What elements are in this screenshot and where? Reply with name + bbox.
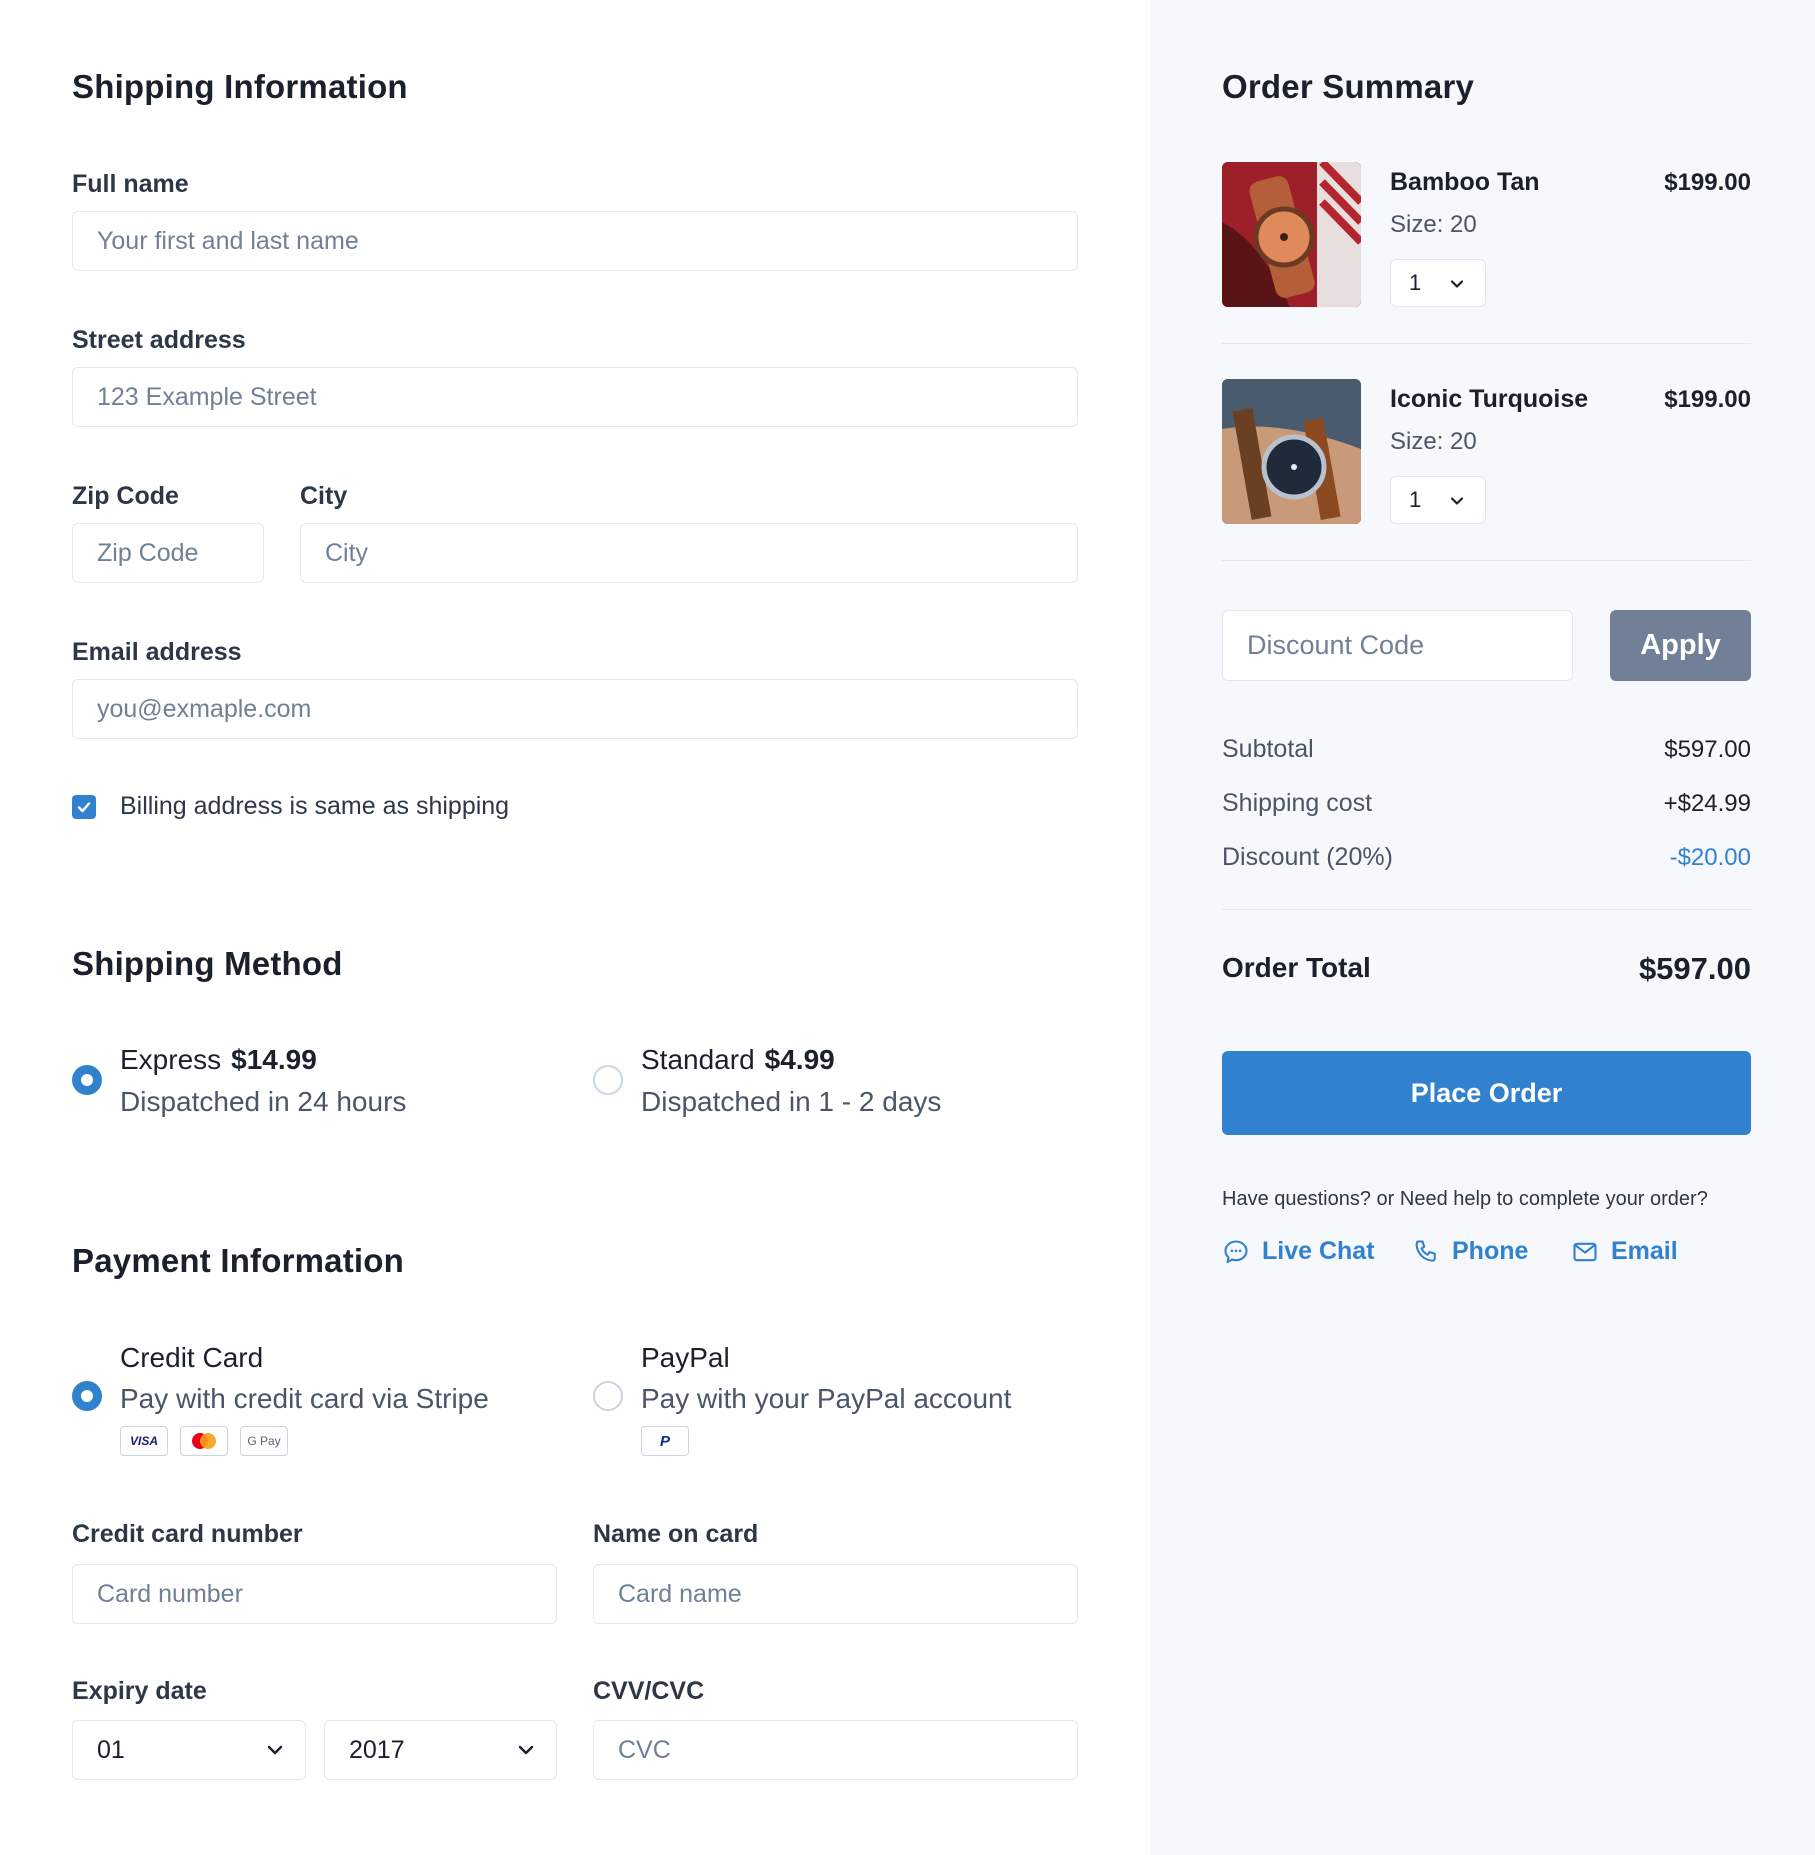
card-number-label: Credit card number bbox=[72, 1520, 303, 1548]
subtotal-label: Subtotal bbox=[1222, 735, 1314, 763]
express-desc: Dispatched in 24 hours bbox=[120, 1086, 407, 1117]
bamboo-tan-image bbox=[1222, 162, 1361, 307]
standard-name: Standard bbox=[641, 1044, 755, 1075]
express-name: Express bbox=[120, 1044, 222, 1075]
card-name-input[interactable]: Card name bbox=[593, 1564, 1078, 1624]
help-text: Have questions? or Need help to complete… bbox=[1222, 1188, 1708, 1210]
billing-same-checkbox[interactable] bbox=[72, 795, 96, 819]
place-order-button[interactable]: Place Order bbox=[1222, 1051, 1751, 1135]
expiry-date-label: Expiry date bbox=[72, 1677, 207, 1705]
standard-option-title: Standard $4.99 bbox=[641, 1044, 835, 1076]
email-label: Email address bbox=[72, 638, 242, 666]
google-pay-icon: G Pay bbox=[240, 1426, 288, 1456]
expiry-month-select[interactable]: 01 bbox=[72, 1720, 306, 1780]
quantity-select[interactable]: 1 bbox=[1390, 259, 1486, 307]
express-price: $14.99 bbox=[231, 1044, 317, 1075]
phone-link[interactable]: Phone bbox=[1412, 1237, 1528, 1266]
phone-label: Phone bbox=[1452, 1237, 1529, 1265]
quantity-value: 1 bbox=[1409, 487, 1422, 512]
cvc-input[interactable]: CVC bbox=[593, 1720, 1078, 1780]
city-label: City bbox=[300, 482, 348, 510]
card-number-input[interactable]: Card number bbox=[72, 1564, 557, 1624]
item-price: $199.00 bbox=[1664, 169, 1751, 196]
paypal-icon: P bbox=[641, 1426, 689, 1456]
item-price: $199.00 bbox=[1664, 386, 1751, 413]
item-name: Bamboo Tan bbox=[1390, 168, 1540, 196]
full-name-label: Full name bbox=[72, 170, 189, 198]
expiry-year-select[interactable]: 2017 bbox=[324, 1720, 557, 1780]
chevron-down-icon bbox=[1450, 280, 1464, 288]
billing-same-label: Billing address is same as shipping bbox=[120, 792, 510, 820]
full-name-input[interactable]: Your first and last name bbox=[72, 211, 1078, 271]
standard-desc: Dispatched in 1 - 2 days bbox=[641, 1086, 942, 1117]
credit-card-radio[interactable] bbox=[72, 1381, 102, 1411]
shipping-method-title: Shipping Method bbox=[72, 945, 343, 982]
paypal-desc: Pay with your PayPal account bbox=[641, 1383, 1012, 1414]
shipping-cost-label: Shipping cost bbox=[1222, 789, 1373, 817]
credit-card-desc: Pay with credit card via Stripe bbox=[120, 1383, 489, 1414]
discount-value: -$20.00 bbox=[1669, 844, 1751, 871]
paypal-radio[interactable] bbox=[593, 1381, 623, 1411]
item-size: Size: 20 bbox=[1390, 211, 1477, 238]
email-link[interactable]: Email bbox=[1571, 1237, 1678, 1266]
quantity-select[interactable]: 1 bbox=[1390, 476, 1486, 524]
shipping-info-title: Shipping Information bbox=[72, 68, 408, 105]
visa-icon: VISA bbox=[120, 1426, 168, 1456]
city-input[interactable]: City bbox=[300, 523, 1078, 583]
expiry-year-value: 2017 bbox=[349, 1735, 405, 1764]
discount-code-input[interactable]: Discount Code bbox=[1222, 610, 1573, 681]
quantity-value: 1 bbox=[1409, 270, 1422, 295]
chevron-down-icon bbox=[1450, 497, 1464, 505]
mail-icon bbox=[1573, 1242, 1597, 1261]
payment-info-title: Payment Information bbox=[72, 1242, 405, 1279]
item-size: Size: 20 bbox=[1390, 428, 1477, 455]
expiry-month-value: 01 bbox=[97, 1735, 125, 1764]
street-address-input[interactable]: 123 Example Street bbox=[72, 367, 1078, 427]
street-address-label: Street address bbox=[72, 326, 246, 354]
checkout-form-panel: Shipping Information Full name Your firs… bbox=[0, 0, 1150, 1855]
item-divider bbox=[1222, 343, 1751, 344]
item-divider bbox=[1222, 560, 1751, 561]
standard-price: $4.99 bbox=[764, 1044, 835, 1075]
apply-button[interactable]: Apply bbox=[1610, 610, 1751, 681]
zip-code-label: Zip Code bbox=[72, 482, 179, 510]
card-name-label: Name on card bbox=[593, 1520, 759, 1548]
shipping-cost-value: +$24.99 bbox=[1663, 790, 1751, 817]
totals-divider bbox=[1222, 909, 1751, 910]
iconic-turquoise-image bbox=[1222, 379, 1361, 524]
live-chat-link[interactable]: Live Chat bbox=[1222, 1237, 1375, 1266]
credit-card-name: Credit Card bbox=[120, 1342, 264, 1373]
order-summary-title: Order Summary bbox=[1222, 68, 1475, 105]
standard-radio[interactable] bbox=[593, 1065, 623, 1095]
chevron-down-icon bbox=[518, 1745, 534, 1755]
chevron-down-icon bbox=[267, 1745, 283, 1755]
check-icon bbox=[77, 802, 91, 813]
subtotal-value: $597.00 bbox=[1664, 736, 1751, 763]
order-total-value: $597.00 bbox=[1638, 951, 1751, 986]
phone-icon bbox=[1415, 1239, 1436, 1262]
chat-icon bbox=[1224, 1239, 1248, 1263]
express-radio[interactable] bbox=[72, 1065, 102, 1095]
paypal-name: PayPal bbox=[641, 1342, 730, 1373]
email-label-link: Email bbox=[1611, 1237, 1678, 1265]
order-summary-panel: Order Summary Bamboo Tan Size: 20 $199.0… bbox=[1150, 0, 1815, 1855]
express-option-title: Express $14.99 bbox=[120, 1044, 317, 1076]
mastercard-icon bbox=[180, 1426, 228, 1456]
discount-label: Discount (20%) bbox=[1222, 843, 1393, 871]
cvc-label: CVV/CVC bbox=[593, 1677, 705, 1705]
live-chat-label: Live Chat bbox=[1262, 1237, 1375, 1265]
item-name: Iconic Turquoise bbox=[1390, 385, 1589, 413]
zip-code-input[interactable]: Zip Code bbox=[72, 523, 264, 583]
email-input[interactable]: you@exmaple.com bbox=[72, 679, 1078, 739]
order-total-label: Order Total bbox=[1222, 952, 1371, 983]
